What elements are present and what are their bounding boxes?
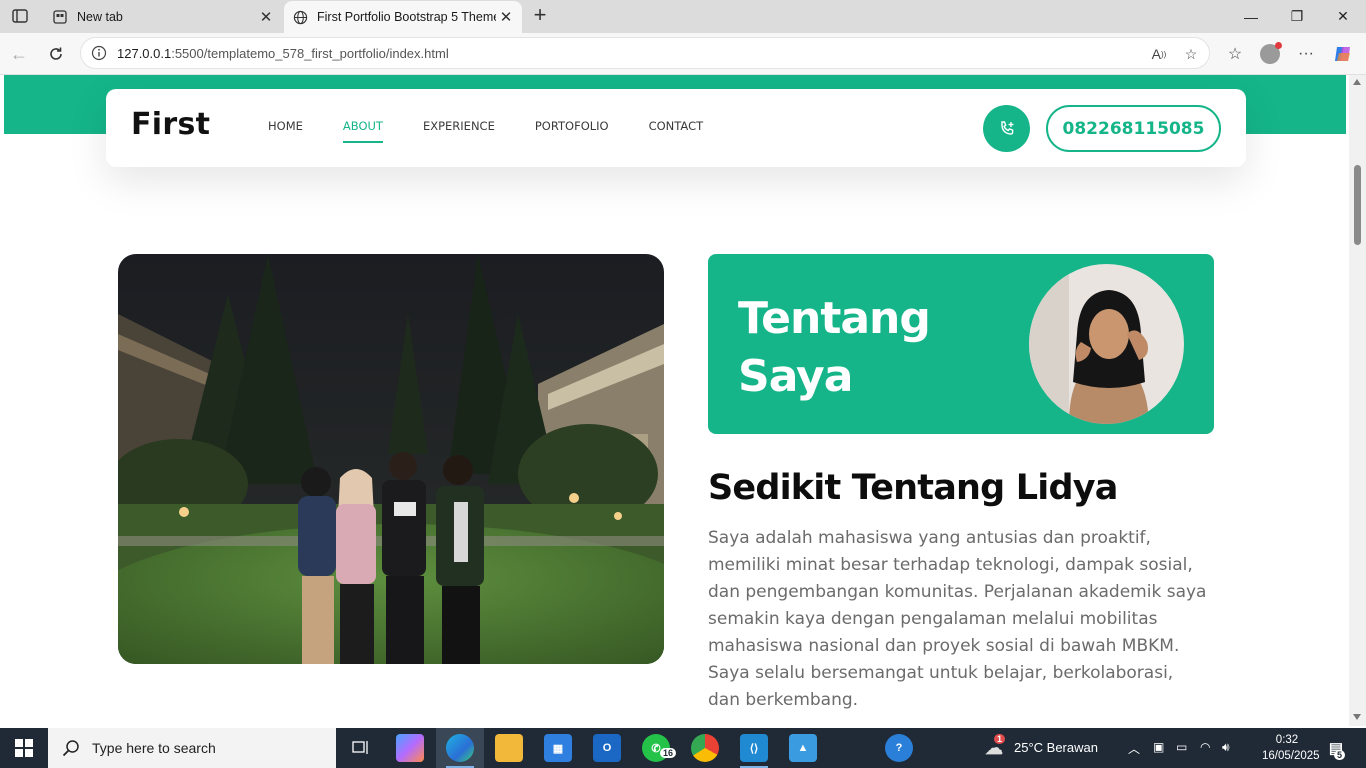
nav-menu: HOME ABOUT EXPERIENCE PORTOFOLIO CONTACT (268, 119, 743, 143)
copilot-icon[interactable] (1330, 41, 1356, 67)
weather-badge: 1 (994, 734, 1006, 744)
tab-new-tab[interactable]: New tab ✕ (44, 1, 282, 33)
close-tab-icon[interactable]: ✕ (496, 7, 516, 27)
tab-portfolio[interactable]: First Portfolio Bootstrap 5 Theme ✕ (284, 1, 522, 33)
help-icon[interactable]: ? (885, 734, 913, 762)
globe-icon (292, 9, 308, 25)
microsoft-store-icon[interactable]: ▦ (544, 734, 572, 762)
page-scrollbar[interactable] (1349, 75, 1366, 726)
profile-avatar-icon[interactable] (1257, 41, 1283, 67)
edge-browser-icon[interactable] (446, 734, 474, 762)
taskbar-search-box[interactable]: Type here to search (48, 728, 336, 768)
about-title-line2: Saya (738, 351, 853, 402)
nav-link-home[interactable]: HOME (268, 119, 303, 143)
whatsapp-badge: 16 (660, 748, 677, 758)
clock-time: 0:32 (1275, 734, 1299, 746)
tab-title: New tab (77, 10, 123, 24)
about-heading: Sedikit Tentang Lidya (708, 468, 1118, 508)
about-title: Tentang Saya (738, 290, 978, 406)
nav-link-experience[interactable]: EXPERIENCE (423, 119, 495, 143)
browser-toolbar: ← 127.0.0.1:5500/templatemo_578_first_po… (0, 33, 1366, 75)
scrollbar-thumb[interactable] (1354, 165, 1361, 245)
volume-icon[interactable]: 🔊︎ (1222, 740, 1230, 755)
browser-tab-bar: New tab ✕ First Portfolio Bootstrap 5 Th… (0, 0, 1366, 33)
restore-icon[interactable]: ❐ (1274, 0, 1320, 33)
url-path: :5500/templatemo_578_first_portfolio/ind… (171, 45, 449, 61)
tray-chevron-icon[interactable]: ︿ (1128, 740, 1140, 757)
site-brand[interactable]: First (131, 107, 210, 142)
system-clock[interactable]: 0:32 16/05/2025 (1262, 732, 1320, 764)
profile-avatar-photo (1029, 264, 1184, 424)
page-viewport: First HOME ABOUT EXPERIENCE PORTOFOLIO C… (0, 75, 1366, 726)
windows-taskbar: Type here to search ▦ O ✆ 16 ⟨⟩ ▲ ? ☁ 1 … (0, 728, 1366, 768)
meet-now-icon[interactable]: ▣ (1153, 740, 1164, 754)
back-arrow-icon[interactable]: ← (6, 41, 32, 67)
minimize-icon[interactable]: — (1228, 0, 1274, 33)
about-title-card: Tentang Saya (708, 254, 1214, 434)
favorites-icon[interactable]: ☆ (1222, 41, 1248, 67)
scroll-down-arrow-icon[interactable] (1353, 714, 1361, 720)
scroll-up-arrow-icon[interactable] (1353, 79, 1361, 85)
phone-call-icon[interactable] (983, 105, 1030, 152)
notifications-count: 5 (1334, 750, 1346, 760)
new-tab-icon (52, 9, 68, 25)
search-icon (62, 739, 80, 757)
battery-icon[interactable]: ▭ (1176, 740, 1187, 754)
site-navbar: First HOME ABOUT EXPERIENCE PORTOFOLIO C… (106, 89, 1246, 167)
nav-link-about[interactable]: ABOUT (342, 119, 384, 143)
chrome-icon[interactable] (691, 734, 719, 762)
about-paragraph: Saya adalah mahasiswa yang antusias dan … (708, 528, 1207, 710)
tab-actions-icon[interactable] (8, 6, 32, 26)
group-photo (118, 254, 664, 664)
read-aloud-icon[interactable]: A)) (1144, 38, 1174, 70)
url-host: 127.0.0.1 (117, 45, 172, 61)
address-bar[interactable]: 127.0.0.1:5500/templatemo_578_first_port… (80, 37, 1210, 69)
nav-link-contact[interactable]: CONTACT (649, 119, 704, 143)
site-info-icon[interactable] (91, 45, 107, 61)
close-tab-icon[interactable]: ✕ (256, 7, 276, 27)
url-text: 127.0.0.1:5500/templatemo_578_first_port… (117, 46, 449, 61)
refresh-icon[interactable] (43, 41, 69, 67)
nav-link-portofolio[interactable]: PORTOFOLIO (535, 119, 609, 143)
close-window-icon[interactable]: ✕ (1320, 0, 1366, 33)
weather-text[interactable]: 25°C Berawan (1014, 740, 1098, 755)
new-tab-plus-icon[interactable]: + (528, 4, 552, 27)
about-title-line1: Tentang (738, 293, 931, 344)
phone-number-button[interactable]: 082268115085 (1046, 105, 1221, 152)
wifi-icon[interactable]: ◠ (1200, 740, 1210, 754)
clock-date: 16/05/2025 (1262, 750, 1320, 762)
vscode-icon[interactable]: ⟨⟩ (740, 734, 768, 762)
more-menu-icon[interactable]: ··· (1293, 41, 1319, 67)
photos-icon[interactable]: ▲ (789, 734, 817, 762)
search-placeholder: Type here to search (92, 740, 216, 756)
file-explorer-icon[interactable] (495, 734, 523, 762)
tab-title: First Portfolio Bootstrap 5 Theme (317, 10, 496, 24)
outlook-icon[interactable]: O (593, 734, 621, 762)
task-view-icon[interactable] (347, 734, 375, 762)
windows-start-icon[interactable] (0, 728, 48, 768)
favorite-star-icon[interactable]: ☆ (1176, 38, 1206, 70)
copilot-app-icon[interactable] (396, 734, 424, 762)
